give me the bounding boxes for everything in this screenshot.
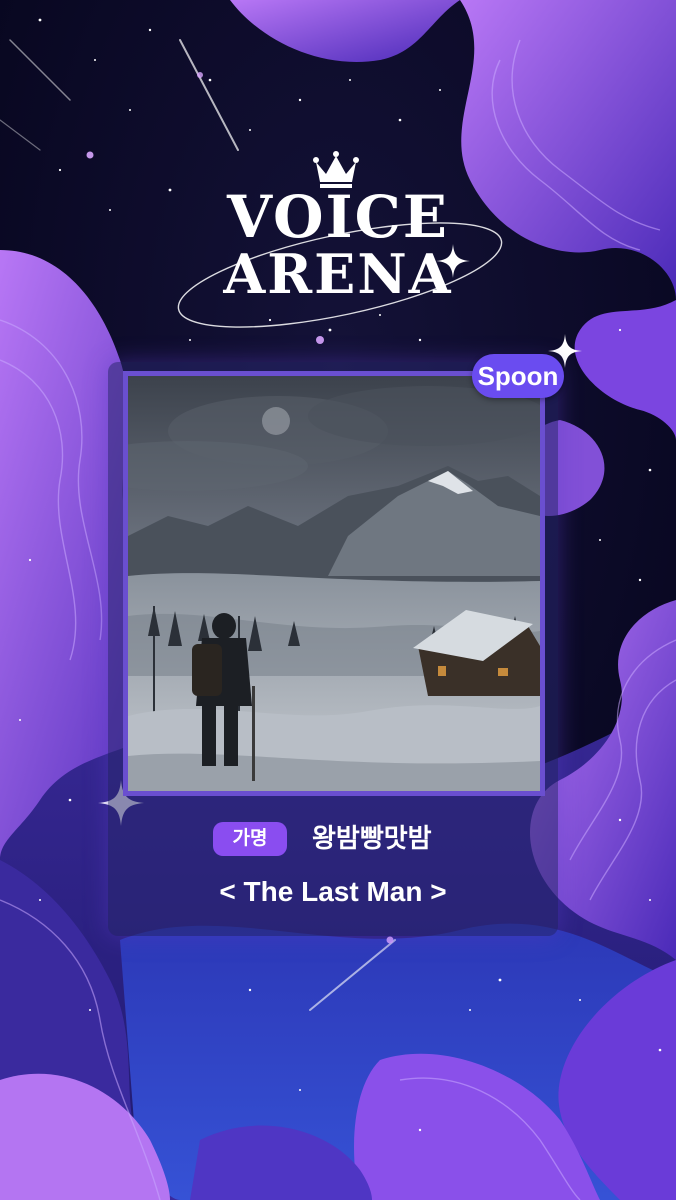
logo-line2: ARENA [223, 242, 453, 306]
nickname-tag: 가명 [213, 822, 287, 856]
sparkle-icon [436, 244, 470, 278]
snowy-landscape-image [128, 376, 540, 791]
poster: VOICE ARENA Spoon 가명 왕밤빵맛밤 < The Last Ma… [0, 0, 676, 1200]
spoon-badge: Spoon [472, 354, 564, 398]
logo-line1: VOICE [226, 183, 449, 251]
artist-name: 왕밤빵맛밤 [312, 823, 432, 853]
song-title: < The Last Man > [219, 876, 447, 907]
voice-arena-logo: VOICE ARENA [0, 188, 676, 304]
cover-artwork [123, 371, 545, 796]
